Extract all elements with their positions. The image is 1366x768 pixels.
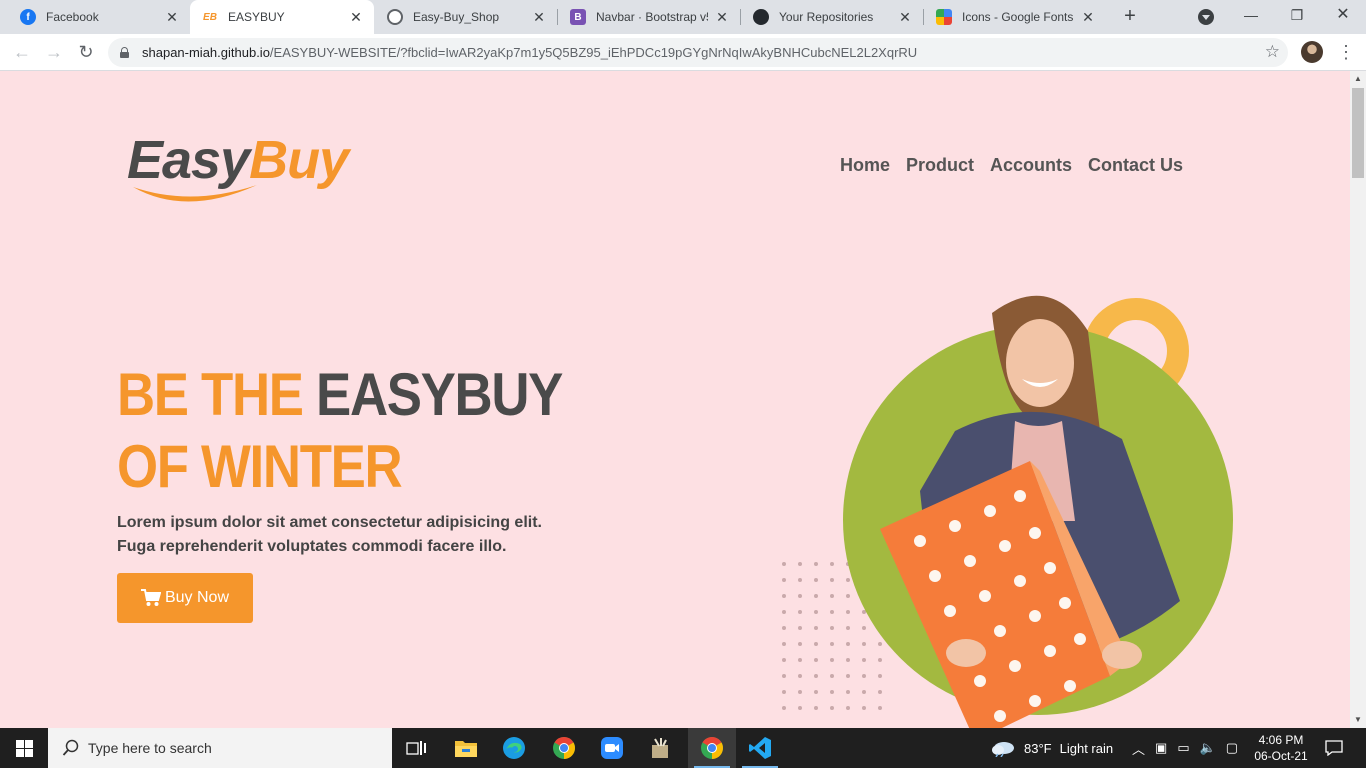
logo-buy: Buy bbox=[249, 130, 349, 190]
tab-title: Your Repositories bbox=[779, 10, 874, 24]
weather-temp: 83°F bbox=[1024, 740, 1052, 756]
tab-title: Navbar · Bootstrap v5. bbox=[596, 10, 708, 24]
google-fonts-icon bbox=[936, 9, 952, 25]
nav-accounts[interactable]: Accounts bbox=[990, 155, 1072, 176]
close-icon[interactable]: ✕ bbox=[164, 9, 180, 26]
file-explorer-icon[interactable] bbox=[442, 728, 490, 768]
bookmark-star-icon[interactable]: ☆ bbox=[1265, 42, 1280, 62]
hand-right bbox=[1102, 641, 1142, 669]
windows-logo-icon bbox=[15, 739, 33, 757]
search-placeholder: Type here to search bbox=[88, 740, 212, 756]
easybuy-logo[interactable]: EasyBuy bbox=[127, 129, 387, 213]
main-navigation: Home Product Accounts Contact Us bbox=[840, 155, 1183, 176]
close-icon[interactable]: ✕ bbox=[531, 9, 547, 26]
clock-time: 4:06 PM bbox=[1258, 733, 1304, 747]
page-viewport: EasyBuy Home Product Accounts Contact Us… bbox=[0, 71, 1350, 728]
hero-illustration bbox=[782, 295, 1233, 728]
hero-text-line1: Lorem ipsum dolor sit amet consectetur a… bbox=[117, 514, 542, 531]
weather-cloud-icon bbox=[992, 742, 1014, 757]
hero-title-line2: OF WINTER bbox=[117, 433, 403, 500]
edge-icon[interactable] bbox=[490, 728, 538, 768]
weather-widget[interactable]: 83°F Light rain bbox=[990, 728, 1113, 768]
close-window-button[interactable]: ✕ bbox=[1320, 0, 1366, 30]
tab-title: Icons - Google Fonts bbox=[962, 10, 1074, 24]
nav-home[interactable]: Home bbox=[840, 155, 890, 176]
buy-now-button[interactable]: Buy Now bbox=[117, 573, 253, 623]
tab-search-icon[interactable] bbox=[1198, 9, 1214, 25]
windows-start-button[interactable] bbox=[0, 728, 48, 768]
url-path: /EASYBUY-WEBSITE/?fbclid=IwAR2yaKp7m1y5Q… bbox=[269, 45, 918, 60]
minimize-button[interactable]: — bbox=[1228, 0, 1274, 30]
logo-swoosh-icon bbox=[133, 185, 257, 202]
meet-now-icon[interactable]: ▣ bbox=[1155, 740, 1167, 756]
taskbar-clock[interactable]: 4:06 PM 06-Oct-21 bbox=[1250, 732, 1312, 764]
hand-left bbox=[946, 639, 986, 667]
close-icon[interactable]: ✕ bbox=[1080, 9, 1096, 26]
close-icon[interactable]: ✕ bbox=[714, 9, 730, 26]
tab-bootstrap-navbar[interactable]: B Navbar · Bootstrap v5. ✕ bbox=[558, 0, 740, 34]
chrome-active-icon[interactable] bbox=[688, 728, 736, 768]
browser-toolbar: ← → ↻ shapan-miah.github.io/EASYBUY-WEBS… bbox=[0, 34, 1366, 71]
reload-icon[interactable]: ↻ bbox=[74, 40, 98, 64]
restore-button[interactable]: ❐ bbox=[1274, 0, 1320, 30]
nav-contact-us[interactable]: Contact Us bbox=[1088, 155, 1183, 176]
nav-product[interactable]: Product bbox=[906, 155, 974, 176]
forward-arrow-icon[interactable]: → bbox=[42, 40, 66, 64]
tab-title: Easy-Buy_Shop bbox=[413, 10, 500, 24]
hero-title-dark: EASYBUY bbox=[316, 361, 563, 428]
page-scrollbar[interactable]: ▲ ▼ bbox=[1350, 71, 1366, 728]
windows-taskbar: Type here to search 83°F Light rain ︿ ▣ … bbox=[0, 728, 1366, 768]
address-bar[interactable]: shapan-miah.github.io/EASYBUY-WEBSITE/?f… bbox=[108, 38, 1288, 67]
browser-tab-strip: f Facebook ✕ EB EASYBUY ✕ Easy-Buy_Shop … bbox=[0, 0, 1366, 34]
scroll-thumb[interactable] bbox=[1352, 88, 1364, 178]
hero-title-orange: BE THE bbox=[117, 361, 317, 428]
clock-date: 06-Oct-21 bbox=[1254, 749, 1308, 763]
system-tray: ︿ ▣ ▭ 🔈 ▢ bbox=[1132, 728, 1238, 768]
github-icon bbox=[753, 9, 769, 25]
url-host: shapan-miah.github.io bbox=[142, 45, 270, 60]
task-view-icon[interactable] bbox=[392, 728, 440, 768]
scroll-down-arrow-icon[interactable]: ▼ bbox=[1350, 712, 1366, 728]
tab-easy-buy-shop[interactable]: Easy-Buy_Shop ✕ bbox=[375, 0, 557, 34]
weather-desc: Light rain bbox=[1059, 740, 1114, 756]
vscode-icon[interactable] bbox=[736, 728, 784, 768]
scroll-up-arrow-icon[interactable]: ▲ bbox=[1350, 71, 1366, 87]
battery-icon[interactable]: ▭ bbox=[1177, 740, 1189, 756]
search-icon bbox=[62, 739, 79, 756]
taskbar-search-box[interactable]: Type here to search bbox=[48, 728, 392, 768]
app-icon[interactable] bbox=[636, 728, 684, 768]
lock-icon[interactable] bbox=[120, 47, 129, 58]
tab-google-fonts-icons[interactable]: Icons - Google Fonts ✕ bbox=[924, 0, 1106, 34]
bootstrap-icon: B bbox=[570, 9, 586, 25]
profile-avatar[interactable] bbox=[1301, 41, 1323, 63]
hero-text-line2: Fuga reprehenderit voluptates commodi fa… bbox=[117, 538, 507, 555]
easybuy-favicon: EB bbox=[203, 11, 217, 23]
face bbox=[1006, 319, 1074, 407]
notification-center-icon[interactable] bbox=[1318, 728, 1350, 768]
tab-facebook[interactable]: f Facebook ✕ bbox=[8, 0, 190, 34]
chrome-icon[interactable] bbox=[540, 728, 588, 768]
tab-title: Facebook bbox=[46, 10, 99, 24]
back-arrow-icon[interactable]: ← bbox=[10, 40, 34, 64]
tab-github-repositories[interactable]: Your Repositories ✕ bbox=[741, 0, 923, 34]
buy-now-label: Buy Now bbox=[164, 589, 230, 606]
close-icon[interactable]: ✕ bbox=[348, 9, 364, 26]
volume-icon[interactable]: 🔈 bbox=[1200, 740, 1216, 756]
network-icon[interactable]: ▢ bbox=[1226, 740, 1238, 756]
browser-menu-icon[interactable]: ⋮ bbox=[1336, 40, 1356, 64]
tab-easybuy[interactable]: EB EASYBUY ✕ bbox=[190, 0, 374, 34]
hero-title: BE THE EASYBUY OF WINTER bbox=[117, 359, 563, 503]
facebook-icon: f bbox=[20, 9, 36, 25]
globe-icon bbox=[387, 9, 403, 25]
tab-title: EASYBUY bbox=[228, 10, 285, 24]
close-icon[interactable]: ✕ bbox=[897, 9, 913, 26]
chevron-up-icon[interactable]: ︿ bbox=[1132, 739, 1145, 758]
cart-icon bbox=[140, 589, 161, 606]
hero-description: Lorem ipsum dolor sit amet consectetur a… bbox=[117, 511, 542, 559]
zoom-icon[interactable] bbox=[588, 728, 636, 768]
new-tab-button[interactable]: + bbox=[1118, 5, 1142, 29]
